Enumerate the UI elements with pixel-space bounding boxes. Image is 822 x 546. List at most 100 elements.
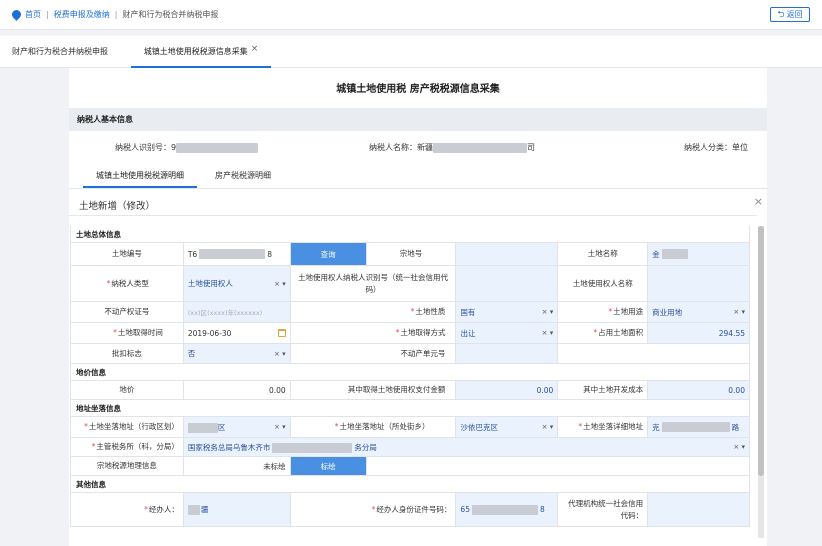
land-no-input[interactable]: T6 8 bbox=[183, 243, 291, 265]
required-mark: * bbox=[395, 328, 400, 337]
area-field-label: * 占用土地面积 bbox=[558, 323, 649, 343]
chevron-down-icon[interactable]: ▾ bbox=[741, 308, 745, 316]
chevron-down-icon[interactable]: ▾ bbox=[282, 280, 286, 288]
chevron-down-icon[interactable]: ▾ bbox=[550, 423, 554, 431]
taxpayer-type-value: 单位 bbox=[732, 143, 748, 152]
taxpayer-type-select[interactable]: 土地使用权人 × ▾ bbox=[183, 266, 291, 301]
back-label: 返回 bbox=[786, 10, 803, 19]
agent-id-input[interactable]: 65 8 bbox=[456, 493, 559, 526]
subtab-property-tax-detail[interactable]: 房产税税源明细 bbox=[207, 164, 279, 188]
acq-way-select[interactable]: 出让 × ▾ bbox=[456, 323, 559, 343]
page-title: 城镇土地使用税 房产税税源信息采集 bbox=[336, 84, 500, 95]
district-suffix: 区 bbox=[217, 422, 226, 432]
group-land-info: 土地总体信息 bbox=[71, 226, 750, 243]
back-button[interactable]: ⮌ 返回 bbox=[770, 7, 810, 22]
land-name-input[interactable]: 金 bbox=[648, 243, 750, 265]
clear-icon[interactable]: × bbox=[542, 329, 548, 337]
required-mark: * bbox=[608, 307, 613, 316]
taxpayer-type-label: 纳税人分类： bbox=[684, 143, 732, 152]
acq-way-field-label: * 土地取得方式 bbox=[291, 323, 457, 343]
basic-info-header: 纳税人基本信息 bbox=[69, 108, 767, 131]
land-name-label: 土地名称 bbox=[558, 243, 649, 265]
cert-input[interactable]: (xx)区(xxxx)年(xxxxxx) bbox=[183, 302, 291, 322]
scrollbar-thumb[interactable] bbox=[758, 226, 764, 476]
redacted-mask bbox=[187, 422, 218, 433]
use-select[interactable]: 商业用地 × ▾ bbox=[648, 302, 750, 322]
taxpayer-name-label: 纳税人名称： bbox=[369, 143, 417, 152]
taxpayer-id: 纳税人识别号：9 bbox=[115, 142, 259, 153]
street-select[interactable]: 沙依巴克区 × ▾ bbox=[456, 417, 559, 437]
query-button[interactable]: 查询 bbox=[290, 243, 367, 265]
chevron-down-icon[interactable]: ▾ bbox=[550, 308, 554, 316]
district-select[interactable]: 区 × ▾ bbox=[183, 417, 291, 437]
approve-label: 批扣标志 bbox=[71, 344, 184, 363]
required-mark: * bbox=[578, 422, 583, 431]
detail-field-label: * 土地坐落详细地址 bbox=[558, 417, 649, 437]
org-code-label: 代理机构统一社会信用代码： bbox=[558, 493, 649, 526]
chevron-down-icon[interactable]: ▾ bbox=[282, 423, 286, 431]
back-arrow-icon: ⮌ bbox=[777, 9, 785, 20]
office-field-label: * 主管税务所（科，分局） bbox=[71, 438, 184, 456]
redacted-mask bbox=[176, 142, 259, 153]
breadcrumb-separator: | bbox=[46, 10, 49, 19]
calendar-icon[interactable] bbox=[277, 329, 286, 337]
table-row: * 土地取得时间 2019-06-30 * 土地取得方式 出让 × ▾ * 占用土地面… bbox=[71, 323, 750, 344]
required-mark: * bbox=[371, 504, 376, 514]
land-no-suffix: 8 bbox=[267, 249, 272, 259]
nature-selected: 国有 bbox=[460, 307, 476, 317]
agent-input[interactable]: 疆 bbox=[183, 493, 291, 526]
geo-status: 未标绘 bbox=[183, 457, 291, 475]
taxpayer-type-field-label: * 纳税人类型 bbox=[71, 266, 184, 301]
clear-icon[interactable]: × bbox=[274, 423, 280, 431]
user-id-input[interactable] bbox=[456, 266, 559, 301]
fee-input[interactable]: 0.00 bbox=[456, 381, 559, 399]
street-text: 土地坐落地址（所处街乡） bbox=[339, 422, 430, 431]
clear-icon[interactable]: × bbox=[274, 280, 280, 288]
subtab-divider bbox=[69, 188, 767, 189]
user-id-label: 土地使用权人纳税人识别号（统一社会信用代码） bbox=[291, 266, 457, 301]
org-code-input[interactable] bbox=[648, 493, 750, 526]
agent-suffix: 疆 bbox=[200, 505, 209, 514]
parcel-no-input[interactable] bbox=[456, 243, 559, 265]
dev-cost-input[interactable]: 0.00 bbox=[648, 381, 750, 399]
breadcrumb-home[interactable]: 首页 bbox=[25, 9, 41, 20]
user-name-label: 土地使用权人名称 bbox=[558, 266, 649, 301]
chevron-down-icon[interactable]: ▾ bbox=[550, 329, 554, 337]
taxpayer-name-suffix: 司 bbox=[527, 143, 535, 152]
scrollbar[interactable] bbox=[758, 226, 764, 538]
chevron-down-icon[interactable]: ▾ bbox=[741, 443, 745, 451]
select-controls: × ▾ bbox=[274, 423, 286, 431]
user-name-input[interactable] bbox=[648, 266, 750, 301]
required-mark: * bbox=[84, 422, 88, 431]
subtab-land-tax-detail[interactable]: 城镇土地使用税税源明细 bbox=[83, 164, 197, 188]
clear-icon[interactable]: × bbox=[733, 443, 739, 451]
select-controls: × ▾ bbox=[542, 423, 554, 431]
nature-select[interactable]: 国有 × ▾ bbox=[456, 302, 559, 322]
office-select[interactable]: 国家税务总局乌鲁木齐市 务分局 × ▾ bbox=[183, 438, 750, 456]
close-icon[interactable]: × bbox=[754, 195, 763, 208]
clear-icon[interactable]: × bbox=[542, 423, 548, 431]
tab-combined-declaration[interactable]: 财产和行为税合并纳税申报 bbox=[12, 36, 108, 68]
area-input[interactable]: 294.55 bbox=[648, 323, 750, 343]
approve-select[interactable]: 否 × ▾ bbox=[183, 344, 291, 363]
detail-input[interactable]: 克路 bbox=[648, 417, 750, 437]
breadcrumb-tax-filing[interactable]: 税费申报及缴纳 bbox=[54, 9, 110, 20]
redacted-mask bbox=[661, 249, 688, 259]
clear-icon[interactable]: × bbox=[733, 308, 739, 316]
price-label: 地价 bbox=[71, 381, 184, 399]
price-input[interactable]: 0.00 bbox=[183, 381, 291, 399]
location-pin-icon bbox=[10, 8, 23, 21]
mark-button[interactable]: 标绘 bbox=[290, 457, 367, 475]
unit-no-input[interactable] bbox=[456, 344, 559, 363]
acq-time-datepicker[interactable]: 2019-06-30 bbox=[183, 323, 291, 343]
clear-icon[interactable]: × bbox=[542, 308, 548, 316]
close-icon[interactable]: × bbox=[251, 44, 259, 54]
dev-cost-label: 其中土地开发成本 bbox=[558, 381, 649, 399]
chevron-down-icon[interactable]: ▾ bbox=[282, 350, 286, 358]
tab-land-tax-collection[interactable]: 城镇土地使用税税源信息采集 × bbox=[131, 36, 271, 68]
redacted-mask bbox=[433, 142, 527, 153]
clear-icon[interactable]: × bbox=[274, 350, 280, 358]
agent-id-text: 经办人身份证件号码： bbox=[376, 504, 452, 514]
land-name-prefix: 金 bbox=[652, 249, 660, 259]
use-field-label: * 土地用途 bbox=[558, 302, 649, 322]
